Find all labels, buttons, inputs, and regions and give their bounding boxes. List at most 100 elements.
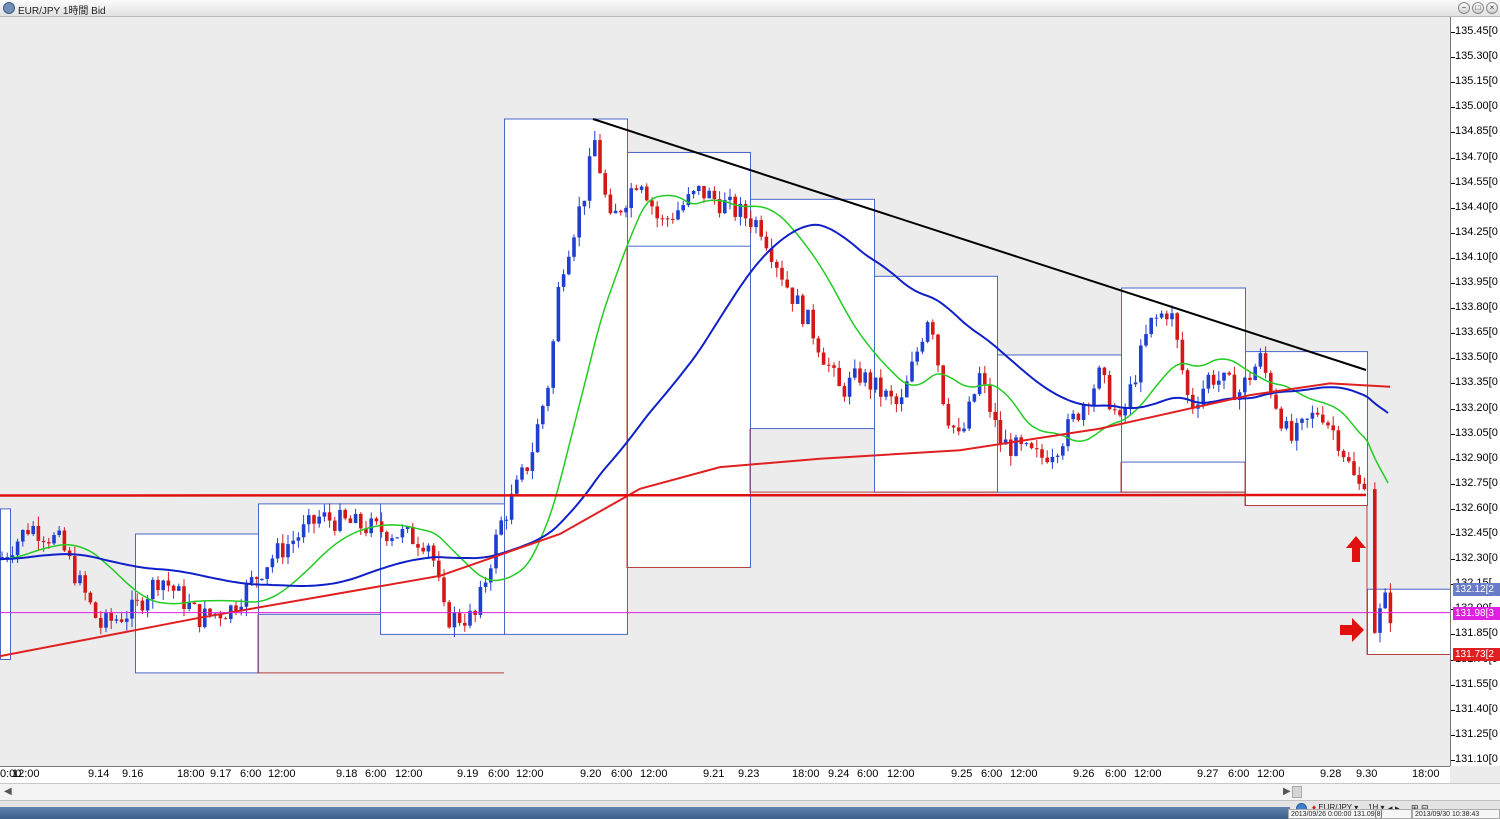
bear-candle xyxy=(447,602,451,628)
bear-candle xyxy=(671,218,675,220)
bear-candle xyxy=(442,577,446,603)
bull-candle xyxy=(504,519,509,521)
time-tick-label: 9.28 xyxy=(1320,768,1342,780)
scroll-left-icon[interactable]: ◀ xyxy=(4,786,12,797)
bear-candle xyxy=(1165,313,1169,320)
bear-candle xyxy=(83,575,87,593)
bear-candle xyxy=(1352,461,1356,476)
bear-candle xyxy=(1315,412,1320,415)
bull-candle xyxy=(1159,313,1164,318)
bear-candle xyxy=(255,577,259,579)
bear-candle xyxy=(879,377,883,397)
bull-candle xyxy=(151,579,155,600)
bull-candle xyxy=(452,612,457,628)
bull-candle xyxy=(853,368,857,378)
bear-candle xyxy=(941,365,945,405)
candlestick-chart[interactable] xyxy=(0,17,1451,766)
bear-candle xyxy=(93,602,98,618)
maximize-button[interactable]: □ xyxy=(1472,2,1484,14)
bear-candle xyxy=(1341,450,1346,458)
bull-candle xyxy=(317,516,321,524)
bull-candle xyxy=(1133,382,1138,385)
bull-candle xyxy=(577,206,581,238)
bear-candle xyxy=(837,367,841,387)
bull-candle xyxy=(1014,437,1018,456)
time-tick-label: 9.26 xyxy=(1073,768,1095,780)
price-tick-label: 135.30[0 xyxy=(1455,50,1498,63)
time-tick-label: 9.19 xyxy=(457,768,479,780)
bull-candle xyxy=(515,479,519,494)
bull-candle xyxy=(972,394,977,402)
bear-candle xyxy=(197,604,202,628)
bull-candle xyxy=(847,377,852,397)
bull-candle xyxy=(520,467,524,480)
time-tick-label: 9.21 xyxy=(703,768,725,780)
bull-candle xyxy=(270,558,275,568)
bear-candle xyxy=(983,373,987,385)
bear-candle xyxy=(749,218,753,228)
bull-candle xyxy=(78,575,82,584)
session-box xyxy=(380,503,505,635)
bear-candle xyxy=(223,618,228,620)
session-box xyxy=(0,508,11,660)
bear-candle xyxy=(946,404,951,426)
right-arrow-icon xyxy=(1340,618,1364,642)
bull-candle xyxy=(125,618,129,622)
bull-candle xyxy=(1149,317,1153,335)
bear-candle xyxy=(832,365,836,368)
bear-candle xyxy=(655,206,659,219)
bear-candle xyxy=(1248,377,1252,380)
bull-candle xyxy=(1128,384,1133,408)
bear-candle xyxy=(951,425,956,428)
bull-candle xyxy=(541,406,545,425)
price-tick-label: 131.40[0 xyxy=(1455,702,1498,715)
minimize-button[interactable]: − xyxy=(1458,2,1470,14)
bear-candle xyxy=(993,411,997,421)
price-tick-label: 133.05[0 xyxy=(1455,426,1498,439)
price-tick-label: 134.10[0 xyxy=(1455,250,1498,263)
chart-plot-area[interactable] xyxy=(0,17,1451,766)
time-axis[interactable]: 0:00 12:00 9.14 9.16 18:00 9.17 6:00 12:00 9.18 6… xyxy=(0,766,1450,783)
scroll-right-icon[interactable]: ▶ xyxy=(1283,786,1291,797)
bull-candle xyxy=(499,520,503,535)
bear-candle xyxy=(379,521,384,533)
time-tick-label: 12:00 xyxy=(1134,768,1162,780)
price-tick-label: 133.50[0 xyxy=(1455,351,1498,364)
bear-candle xyxy=(1331,425,1335,431)
bear-candle xyxy=(801,295,805,325)
bear-candle xyxy=(868,372,873,390)
horizontal-scrollbar[interactable]: ◀ ▶ xyxy=(0,783,1500,800)
status-bar: ♦ EUR/JPY ▾ 1H ▾ ◂ ▸ ⊞ ⊟ 2013/09/26 0:00… xyxy=(0,800,1500,819)
bull-candle xyxy=(369,518,373,534)
price-tick-label: 133.65[0 xyxy=(1455,326,1498,339)
bull-candle xyxy=(338,509,342,531)
bear-candle xyxy=(998,420,1003,445)
bull-candle xyxy=(21,529,25,542)
bull-candle xyxy=(925,322,930,342)
time-tick-label: 18:00 xyxy=(177,768,205,780)
scroll-thumb[interactable] xyxy=(1292,786,1302,798)
bear-candle xyxy=(733,196,737,217)
bull-candle xyxy=(509,493,514,520)
time-tick-label: 9.16 xyxy=(122,768,144,780)
bear-candle xyxy=(1336,430,1341,451)
bear-candle xyxy=(645,186,649,201)
bull-candle xyxy=(977,373,982,395)
bear-candle xyxy=(1289,421,1294,441)
bull-candle xyxy=(31,526,35,535)
bull-candle xyxy=(145,599,150,611)
bull-candle xyxy=(1243,377,1247,393)
bear-candle xyxy=(171,585,176,591)
price-tick-label: 134.25[0 xyxy=(1455,225,1498,238)
bull-candle xyxy=(296,537,301,541)
bull-candle xyxy=(400,529,405,538)
bear-candle xyxy=(702,185,706,199)
bull-candle xyxy=(567,256,571,275)
bear-candle xyxy=(26,529,30,535)
time-tick-label: 12:00 xyxy=(12,768,40,780)
bear-candle xyxy=(842,386,847,397)
bull-candle xyxy=(884,390,888,397)
session-box xyxy=(1245,351,1368,507)
close-button[interactable]: × xyxy=(1486,2,1498,14)
bear-candle xyxy=(312,515,316,524)
